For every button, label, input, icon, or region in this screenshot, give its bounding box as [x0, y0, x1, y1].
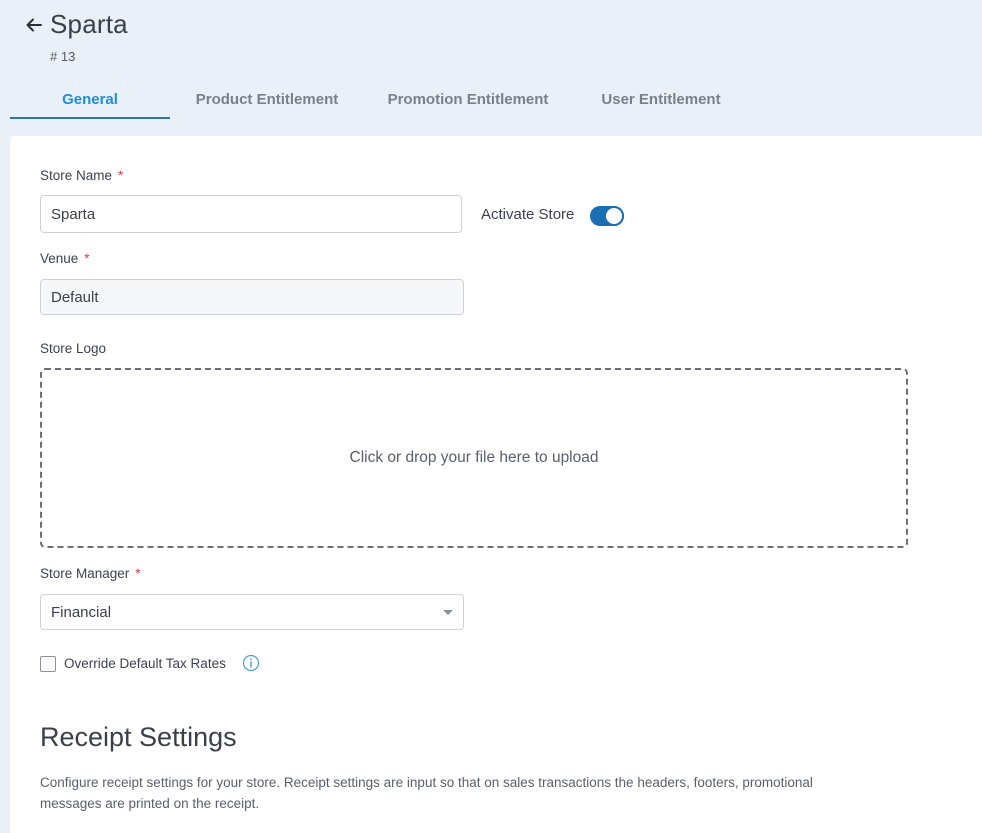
page-title: Sparta — [50, 9, 128, 39]
activate-store-label: Activate Store — [481, 206, 575, 223]
caret-down-icon — [443, 610, 453, 615]
required-marker: * — [135, 566, 141, 581]
store-manager-label: Store Manager * — [40, 566, 141, 581]
override-tax-checkbox[interactable] — [40, 656, 56, 672]
toggle-knob — [604, 206, 624, 226]
activate-store-toggle[interactable] — [590, 206, 624, 226]
receipt-settings-description: Configure receipt settings for your stor… — [40, 775, 813, 811]
store-name-input[interactable]: Sparta — [40, 195, 462, 233]
logo-upload-dropzone[interactable]: Click or drop your file here to upload — [40, 368, 908, 548]
tab-promotion-entitlement[interactable]: Promotion Entitlement — [378, 80, 558, 118]
info-circle-icon[interactable] — [242, 654, 260, 672]
store-edit-page: Sparta # 13 General Product Entitlement … — [0, 0, 982, 833]
dropzone-text: Click or drop your file here to upload — [349, 449, 599, 466]
tab-user-entitlement[interactable]: User Entitlement — [592, 80, 730, 118]
override-tax-label: Override Default Tax Rates — [64, 656, 226, 671]
store-manager-label-text: Store Manager — [40, 566, 130, 581]
required-marker: * — [84, 251, 90, 266]
store-logo-label: Store Logo — [40, 341, 107, 356]
general-form-card: Store Name * Sparta Activate Store Venue *… — [10, 136, 982, 833]
active-tab-indicator — [10, 117, 170, 119]
tab-product-entitlement[interactable]: Product Entitlement — [182, 80, 352, 118]
receipt-settings-heading: Receipt Settings — [40, 722, 237, 752]
venue-field[interactable]: Default — [40, 279, 464, 315]
required-marker: * — [118, 168, 124, 183]
venue-label-text: Venue — [40, 251, 79, 266]
store-name-label: Store Name * — [40, 168, 123, 183]
venue-label: Venue * — [40, 251, 90, 266]
tab-bar: General Product Entitlement Promotion En… — [10, 80, 770, 120]
back-arrow-icon[interactable] — [24, 15, 44, 35]
store-id: # 13 — [50, 49, 76, 64]
store-manager-value: Financial — [51, 603, 112, 621]
store-manager-select[interactable]: Financial — [40, 594, 464, 630]
store-name-label-text: Store Name — [40, 168, 113, 183]
tab-general[interactable]: General — [10, 80, 170, 118]
